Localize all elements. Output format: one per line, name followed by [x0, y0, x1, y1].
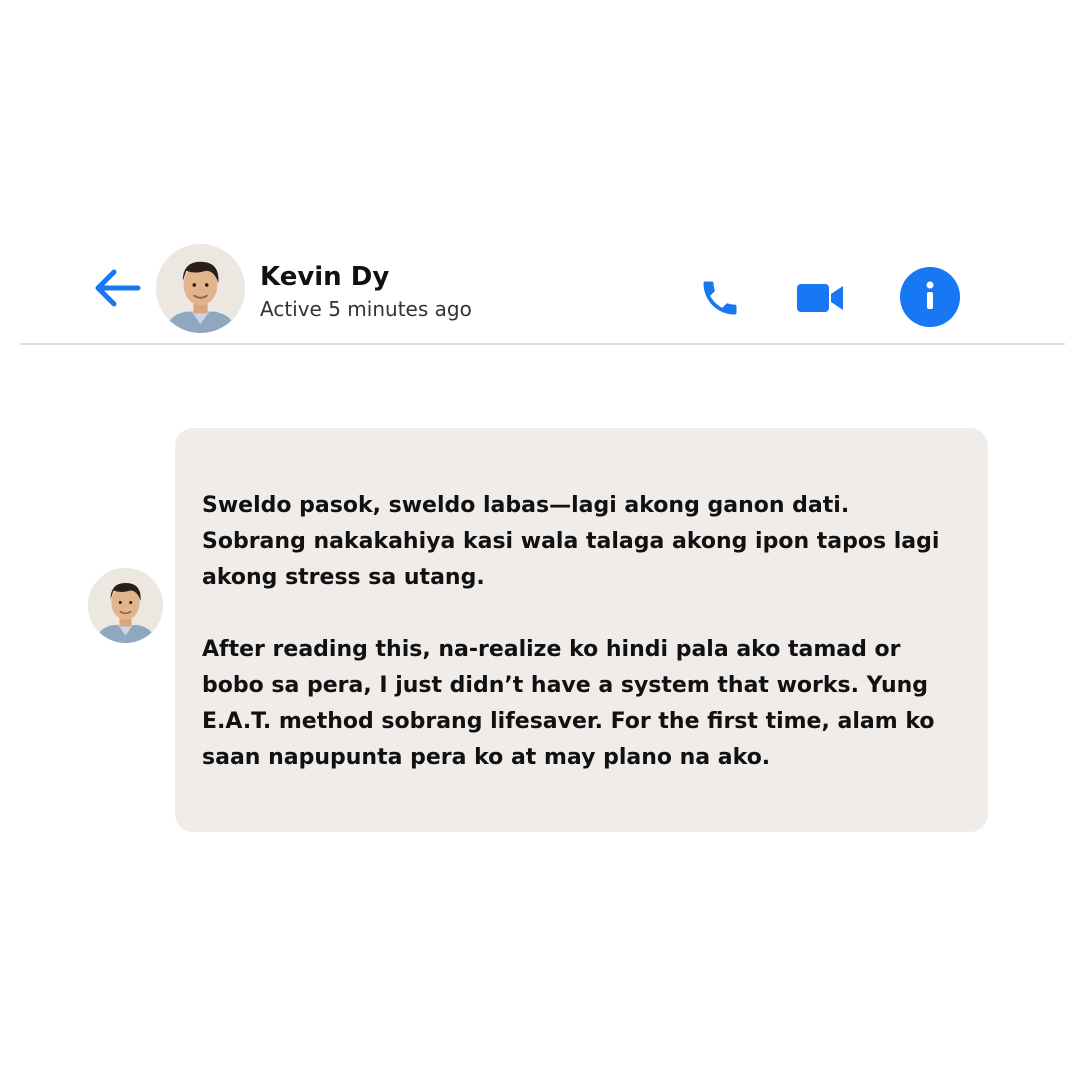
message-bubble[interactable]: Sweldo pasok, sweldo labas—lagi akong ga…: [175, 428, 988, 832]
call-button[interactable]: [698, 276, 742, 320]
avatar-image: [156, 244, 245, 333]
info-icon: [926, 281, 934, 309]
active-status: Active 5 minutes ago: [260, 297, 472, 321]
message-paragraph: Sweldo pasok, sweldo labas—lagi akong ga…: [202, 493, 940, 590]
chat-header: Kevin Dy Active 5 minutes ago: [0, 0, 1080, 345]
header-divider: [20, 343, 1065, 345]
back-button[interactable]: [92, 268, 142, 308]
avatar-image: [88, 568, 163, 643]
phone-icon: [703, 281, 737, 315]
sender-avatar[interactable]: [88, 568, 163, 643]
contact-name: Kevin Dy: [260, 262, 390, 292]
avatar[interactable]: [156, 244, 245, 333]
info-button[interactable]: [900, 267, 960, 327]
video-call-button[interactable]: [795, 280, 845, 316]
video-camera-icon: [797, 284, 843, 312]
message-paragraph: After reading this, na-realize ko hindi …: [202, 637, 935, 770]
arrow-left-icon: [95, 269, 141, 307]
